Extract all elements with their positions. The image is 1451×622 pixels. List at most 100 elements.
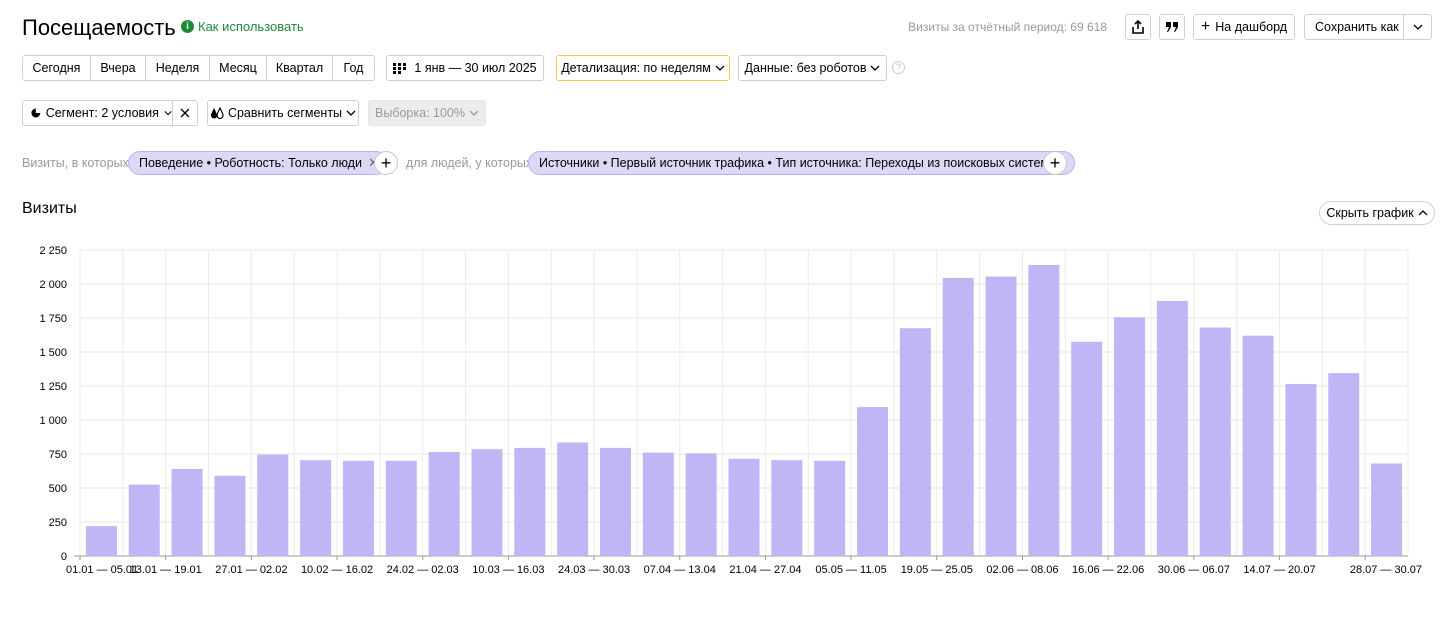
plus-icon: +	[380, 153, 392, 173]
bar	[514, 447, 546, 556]
bar	[171, 468, 203, 556]
segment-dropdown[interactable]: Сегмент: 2 условия	[22, 100, 173, 126]
y-axis-ticks: 0 250 500 750 1 000 1 250 1 500 1 750 2 000 2 250	[39, 245, 67, 563]
segment-clear-button[interactable]	[172, 100, 198, 126]
dashboard-label: На дашборд	[1215, 20, 1288, 34]
segment-label: Сегмент: 2 условия	[45, 106, 159, 120]
bar	[1242, 335, 1274, 556]
period-yesterday[interactable]: Вчера	[91, 56, 146, 80]
detail-dropdown[interactable]: Детализация: по неделям	[556, 55, 730, 81]
bar	[771, 460, 803, 556]
chevron-down-icon	[164, 111, 172, 116]
visit-condition-chip[interactable]: Поведение • Роботность: Только люди ✕	[128, 151, 388, 175]
x-tick-label: 10.02 — 16.02	[301, 564, 373, 576]
bar	[557, 442, 589, 556]
bar	[214, 475, 246, 556]
y-tick-label: 1 500	[39, 347, 67, 359]
y-tick-label: 0	[61, 551, 67, 563]
add-to-dashboard-button[interactable]: + На дашборд	[1193, 14, 1295, 40]
people-condition-chip[interactable]: Источники • Первый источник трафика • Ти…	[528, 151, 1075, 175]
pie-chart-icon	[31, 108, 41, 118]
bar	[1028, 264, 1060, 556]
compare-segments-dropdown[interactable]: Сравнить сегменты	[207, 100, 359, 126]
chevron-down-icon	[715, 65, 725, 71]
chart-bars	[85, 264, 1403, 556]
compare-drops-icon	[210, 107, 224, 119]
chevron-down-icon	[346, 110, 356, 116]
comment-button[interactable]	[1159, 14, 1185, 40]
y-tick-label: 750	[49, 449, 67, 461]
bar	[1285, 383, 1317, 556]
bar	[685, 453, 717, 556]
bar	[257, 454, 289, 556]
visits-bar-chart: 0 250 500 750 1 000 1 250 1 500 1 750 2 000 2 250…	[39, 245, 1422, 576]
x-axis-ticks: 01.01 — 05.0113.01 — 19.01 27.01 — 02.02 1…	[66, 556, 1422, 576]
bar	[1156, 301, 1188, 556]
chevron-up-icon	[1418, 210, 1428, 216]
period-week[interactable]: Неделя	[146, 56, 210, 80]
y-tick-label: 500	[49, 483, 67, 495]
info-icon: i	[181, 20, 194, 33]
bar	[985, 276, 1017, 556]
x-tick-label: 24.03 — 30.03	[558, 564, 630, 576]
visits-total: Визиты за отчётный период: 69 618	[908, 20, 1107, 34]
y-tick-label: 1 750	[39, 313, 67, 325]
chart-section-title: Визиты	[22, 200, 77, 217]
period-quarter[interactable]: Квартал	[267, 56, 333, 80]
bar	[857, 407, 889, 556]
visits-filter-prefix: Визиты, в которых	[22, 156, 129, 170]
period-month[interactable]: Месяц	[210, 56, 267, 80]
y-tick-label: 1 250	[39, 381, 67, 393]
bar	[942, 277, 974, 556]
x-tick-label: 14.07 — 20.07	[1243, 564, 1315, 576]
close-icon	[180, 108, 190, 118]
data-filter-dropdown[interactable]: Данные: без роботов	[738, 55, 887, 81]
save-label: Сохранить как	[1315, 20, 1399, 34]
bar	[1199, 327, 1231, 556]
bar	[385, 460, 417, 556]
x-tick-label: 28.07 — 30.07	[1350, 564, 1422, 576]
add-visit-condition-button[interactable]: +	[374, 151, 398, 175]
y-tick-label: 1 000	[39, 415, 67, 427]
bar	[342, 460, 374, 556]
x-tick-label: 05.05 — 11.05	[815, 564, 886, 576]
date-range-button[interactable]: 1 янв — 30 июл 2025	[386, 55, 544, 81]
data-filter-label: Данные: без роботов	[744, 61, 867, 75]
x-tick-label: 30.06 — 06.07	[1158, 564, 1230, 576]
visit-condition-label: Поведение • Роботность: Только люди	[139, 156, 362, 170]
save-as-button[interactable]: Сохранить как	[1304, 14, 1432, 40]
bar	[642, 452, 674, 556]
date-range-label: 1 янв — 30 июл 2025	[414, 61, 537, 75]
chevron-down-icon	[871, 65, 880, 71]
bar	[1371, 463, 1403, 556]
hide-chart-button[interactable]: Скрыть график	[1319, 201, 1435, 225]
page-title: Посещаемость	[22, 15, 176, 40]
chevron-down-icon	[1413, 24, 1423, 30]
x-tick-label: 27.01 — 02.02	[215, 564, 287, 576]
period-selector: Сегодня Вчера Неделя Месяц Квартал Год	[22, 55, 375, 81]
quote-icon	[1166, 22, 1178, 32]
plus-icon: +	[1049, 153, 1061, 173]
x-tick-label: 24.02 — 02.03	[387, 564, 459, 576]
export-button[interactable]	[1125, 14, 1151, 40]
howto-link[interactable]: i Как использовать	[181, 19, 304, 34]
x-tick-label: 19.05 — 25.05	[901, 564, 973, 576]
x-tick-label: 16.06 — 22.06	[1072, 564, 1144, 576]
bar	[1328, 373, 1360, 556]
howto-label: Как использовать	[198, 19, 304, 34]
x-tick-label: 10.03 — 16.03	[472, 564, 544, 576]
y-tick-label: 2 000	[39, 279, 67, 291]
period-year[interactable]: Год	[333, 56, 374, 80]
people-filter-prefix: для людей, у которых	[406, 156, 533, 170]
period-today[interactable]: Сегодня	[23, 56, 91, 80]
plus-icon: +	[1200, 18, 1211, 35]
bar	[814, 460, 846, 556]
x-tick-label: 02.06 — 08.06	[986, 564, 1058, 576]
x-tick-label: 01.01 — 05.01	[66, 564, 138, 576]
help-icon[interactable]: ?	[892, 61, 905, 74]
sample-dropdown: Выборка: 100%	[368, 100, 486, 126]
add-people-condition-button[interactable]: +	[1043, 151, 1067, 175]
x-tick-label: 21.04 — 27.04	[729, 564, 801, 576]
bar	[899, 328, 931, 556]
save-dropdown-toggle[interactable]	[1403, 15, 1431, 39]
